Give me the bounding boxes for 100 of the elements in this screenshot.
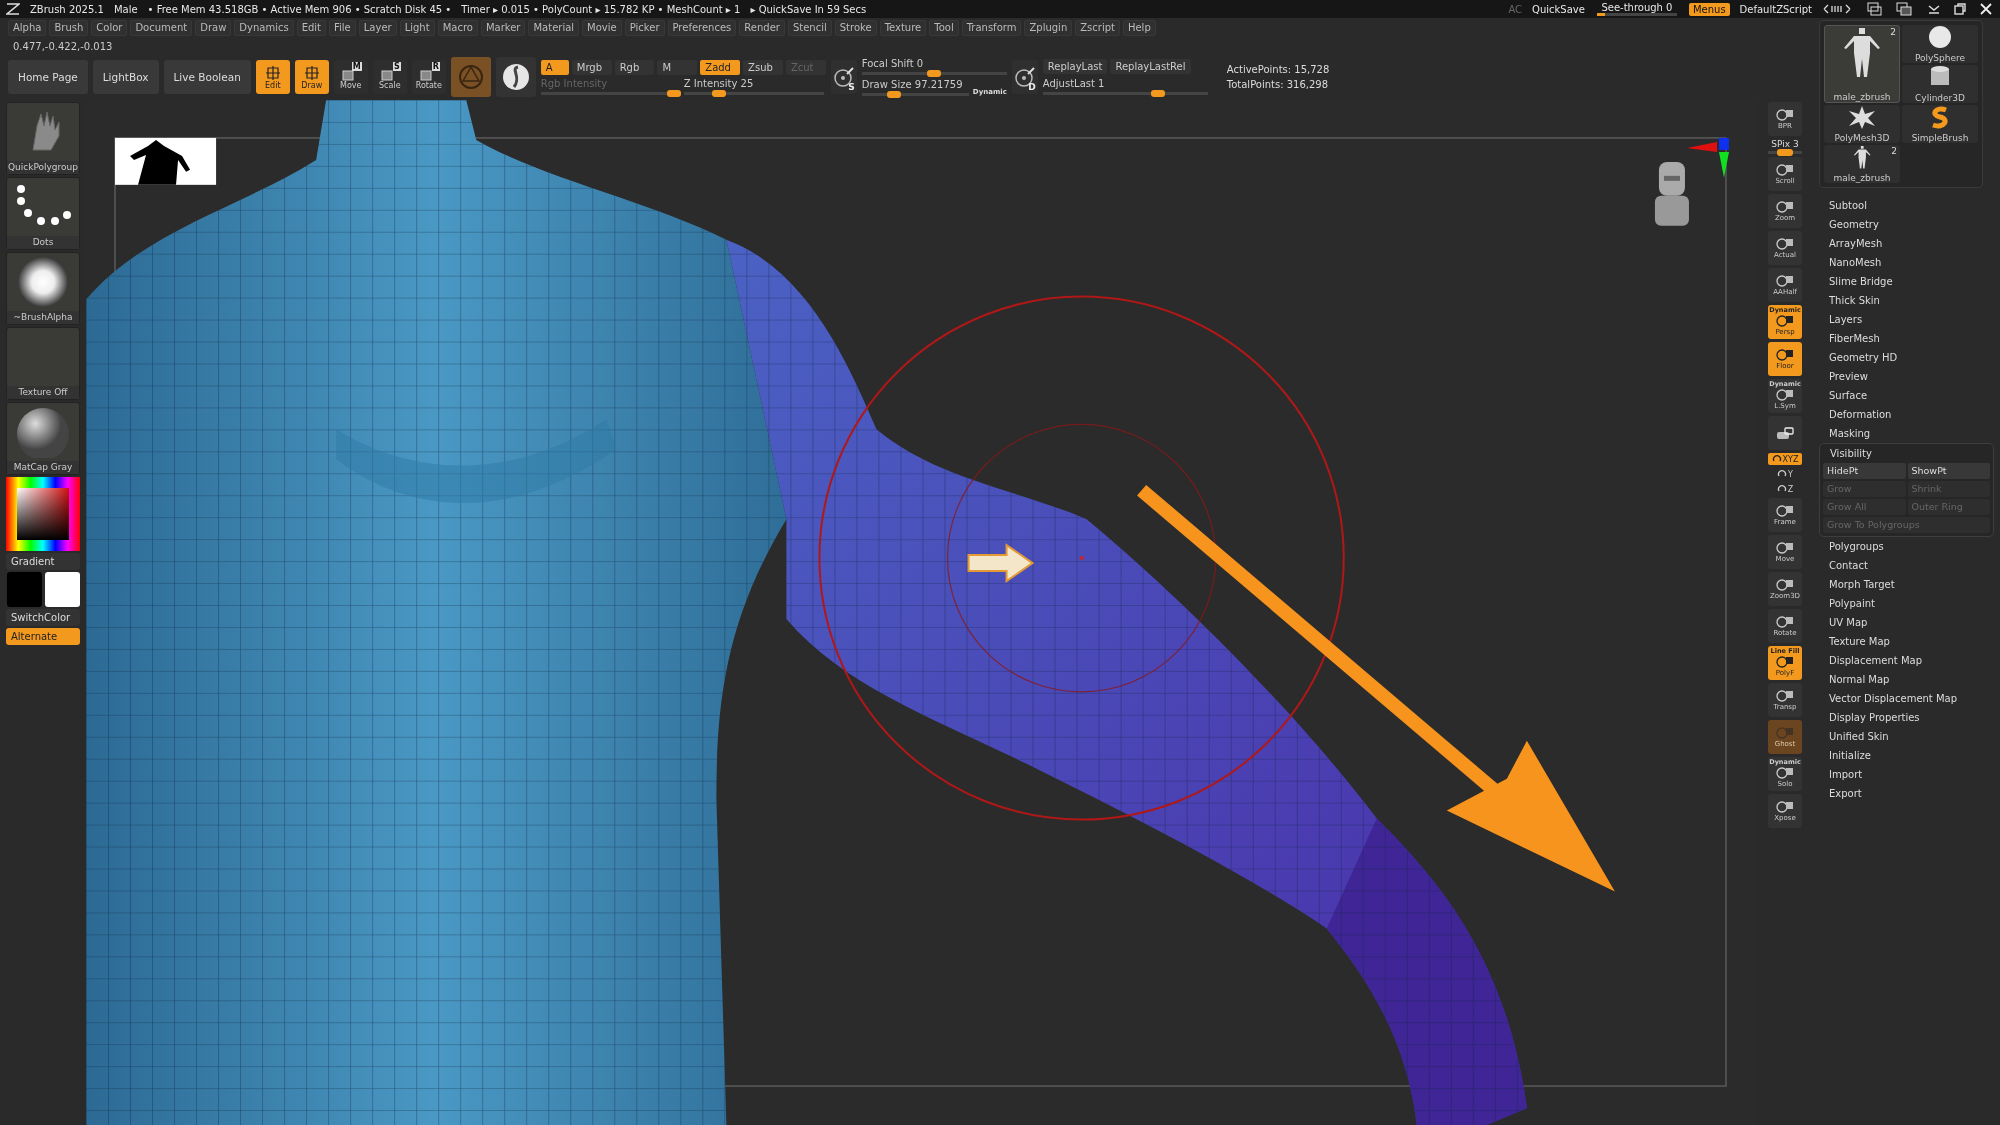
- view-button[interactable]: [1768, 416, 1802, 450]
- menu-item[interactable]: Deformation: [1819, 405, 2000, 424]
- menu-item[interactable]: Help: [1122, 20, 1156, 36]
- menu-item[interactable]: Contact: [1819, 556, 2000, 575]
- channel-button[interactable]: M: [657, 59, 698, 75]
- tool-thumbnail[interactable]: SimpleBrush: [1902, 105, 1978, 143]
- mode-button[interactable]: Edit: [255, 60, 290, 94]
- menu-item[interactable]: Display Properties: [1819, 708, 2000, 727]
- tool-thumbnail[interactable]: PolySphere: [1902, 25, 1978, 63]
- shelf-button[interactable]: Home Page: [8, 60, 88, 94]
- color-swatch[interactable]: [6, 572, 42, 607]
- menu-item[interactable]: Stroke: [834, 20, 877, 36]
- minimize-icon[interactable]: [1926, 2, 1942, 16]
- gradient-button[interactable]: Gradient: [6, 553, 80, 570]
- menu-item[interactable]: Document: [130, 20, 193, 36]
- menu-item[interactable]: Export: [1819, 784, 2000, 803]
- replay-button[interactable]: ReplayLast: [1042, 59, 1108, 74]
- menu-item[interactable]: Masking: [1819, 424, 2000, 443]
- restore-icon[interactable]: [1952, 2, 1968, 16]
- head-gizmo-icon[interactable]: [1654, 161, 1689, 226]
- menu-item[interactable]: File: [329, 20, 356, 36]
- menu-item[interactable]: UV Map: [1819, 613, 2000, 632]
- channel-button[interactable]: Mrgb: [571, 59, 612, 75]
- see-through-slider[interactable]: [1596, 13, 1677, 16]
- menu-item[interactable]: Edit: [296, 20, 327, 36]
- menu-item[interactable]: Slime Bridge: [1819, 272, 2000, 291]
- menu-item[interactable]: Thick Skin: [1819, 291, 2000, 310]
- menu-item[interactable]: Material: [528, 20, 580, 36]
- menu-item[interactable]: Polygroups: [1819, 537, 2000, 556]
- menu-item[interactable]: Alpha: [8, 20, 47, 36]
- sculpt-mode-button[interactable]: Zadd: [700, 59, 741, 75]
- menu-item[interactable]: Layer: [358, 20, 397, 36]
- menu-item[interactable]: Stencil: [787, 20, 832, 36]
- palette-tile[interactable]: QuickPolygroup: [6, 102, 80, 175]
- menu-item[interactable]: Marker: [480, 20, 526, 36]
- menu-item[interactable]: Draw: [195, 20, 232, 36]
- switch-color-button[interactable]: SwitchColor: [6, 609, 80, 626]
- color-swatch[interactable]: [44, 572, 80, 607]
- menu-item[interactable]: Zplugin: [1024, 20, 1073, 36]
- menu-item[interactable]: Transform: [961, 20, 1022, 36]
- tool-thumbnail[interactable]: 2 male_zbrush: [1824, 145, 1900, 183]
- mode-button[interactable]: Draw: [294, 60, 329, 94]
- menu-item[interactable]: Geometry HD: [1819, 348, 2000, 367]
- menu-item[interactable]: NanoMesh: [1819, 253, 2000, 272]
- channel-button[interactable]: A: [540, 59, 569, 75]
- menu-item[interactable]: Texture Map: [1819, 632, 2000, 651]
- axis-button[interactable]: XYZ: [1768, 453, 1802, 465]
- menu-item[interactable]: Normal Map: [1819, 670, 2000, 689]
- menu-item[interactable]: Vector Displacement Map: [1819, 689, 2000, 708]
- menu-item[interactable]: Preferences: [667, 20, 737, 36]
- menu-item[interactable]: Initialize: [1819, 746, 2000, 765]
- slider-thumb[interactable]: [1777, 149, 1793, 156]
- mode-button[interactable]: R Rotate: [411, 60, 446, 94]
- lazy-mouse-icon[interactable]: S: [830, 60, 857, 94]
- menu-item[interactable]: Tool: [929, 20, 959, 36]
- mode-button[interactable]: M Move: [333, 60, 368, 94]
- axis-button[interactable]: Y: [1774, 468, 1796, 480]
- menu-item[interactable]: Subtool: [1819, 196, 2000, 215]
- palette-tile[interactable]: Texture Off: [6, 327, 80, 400]
- menu-item[interactable]: Layers: [1819, 310, 2000, 329]
- menu-item[interactable]: Macro: [437, 20, 478, 36]
- menu-item[interactable]: Unified Skin: [1819, 727, 2000, 746]
- menu-item[interactable]: Polypaint: [1819, 594, 2000, 613]
- slider-thumb[interactable]: [927, 70, 942, 77]
- mode-button[interactable]: S Scale: [372, 60, 407, 94]
- menu-item[interactable]: Preview: [1819, 367, 2000, 386]
- replay-button[interactable]: ReplayLastRel: [1110, 59, 1191, 74]
- menu-item[interactable]: Morph Target: [1819, 575, 2000, 594]
- close-icon[interactable]: [1978, 2, 1994, 16]
- menu-item[interactable]: Light: [399, 20, 435, 36]
- menu-item[interactable]: Import: [1819, 765, 2000, 784]
- slider-thumb[interactable]: [1151, 90, 1166, 97]
- menu-item[interactable]: ArrayMesh: [1819, 234, 2000, 253]
- axis-button[interactable]: Z: [1773, 483, 1797, 495]
- silhouette-thumbnail[interactable]: [115, 137, 217, 185]
- menu-item[interactable]: Dynamics: [234, 20, 294, 36]
- alternate-button[interactable]: Alternate: [6, 628, 80, 645]
- tool-thumbnail[interactable]: Cylinder3D: [1902, 65, 1978, 103]
- quicksave-button[interactable]: QuickSave: [1532, 3, 1585, 15]
- shelf-button[interactable]: Live Boolean: [163, 60, 251, 94]
- color-picker[interactable]: [6, 477, 80, 551]
- palette-tile[interactable]: Dots: [6, 177, 80, 250]
- menu-item[interactable]: Picker: [624, 20, 665, 36]
- menu-item[interactable]: Brush: [49, 20, 89, 36]
- shelf-button[interactable]: LightBox: [92, 60, 159, 94]
- menu-item[interactable]: FiberMesh: [1819, 329, 2000, 348]
- slider-thumb[interactable]: [711, 89, 726, 97]
- palette-tile[interactable]: ~BrushAlpha: [6, 252, 80, 325]
- sculpt-mode-button[interactable]: Zsub: [743, 59, 783, 75]
- tool-thumbnail[interactable]: PolyMesh3D: [1824, 105, 1900, 143]
- menu-item[interactable]: Surface: [1819, 386, 2000, 405]
- menu-item[interactable]: Color: [91, 20, 128, 36]
- palette-tile[interactable]: MatCap Gray: [6, 402, 80, 475]
- visibility-button[interactable]: ShowPt: [1907, 463, 1990, 479]
- slider-thumb[interactable]: [886, 91, 901, 98]
- menu-item[interactable]: Geometry: [1819, 215, 2000, 234]
- width-icon[interactable]: [1822, 3, 1852, 15]
- channel-button[interactable]: Rgb: [614, 59, 655, 75]
- menu-item[interactable]: Zscript: [1075, 20, 1120, 36]
- menu-item[interactable]: Render: [739, 20, 785, 36]
